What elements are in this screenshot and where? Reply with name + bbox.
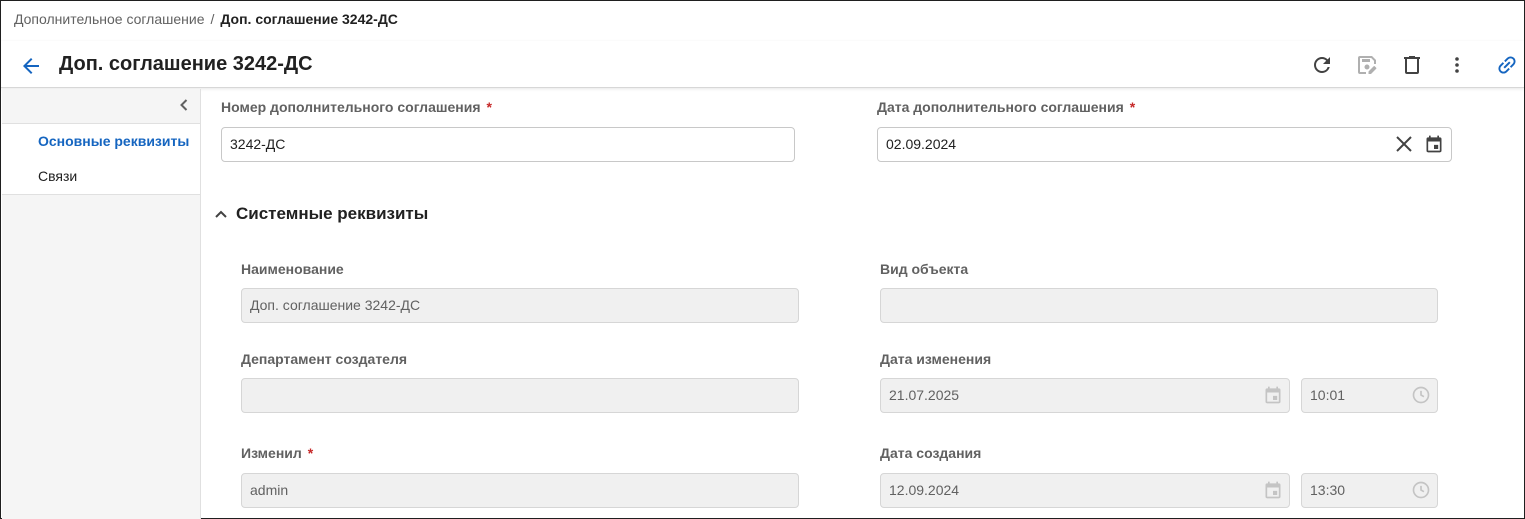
breadcrumb-separator: / (210, 11, 215, 27)
modified-date-label: Дата изменения (880, 351, 992, 367)
chevron-up-icon (215, 210, 227, 218)
more-options-button[interactable] (1445, 53, 1469, 77)
creator-department-field (241, 378, 799, 413)
calendar-icon (1265, 481, 1281, 499)
modified-by-label-text: Изменил (241, 445, 302, 461)
save-edit-icon (1358, 56, 1377, 74)
copy-link-button[interactable] (1495, 53, 1519, 77)
modified-by-label: Изменил * (241, 445, 313, 461)
required-mark: * (307, 445, 314, 461)
refresh-icon (1314, 57, 1330, 73)
sidebar-item-relations[interactable]: Связи (38, 168, 77, 184)
delete-button[interactable] (1400, 53, 1424, 77)
back-button[interactable] (19, 54, 43, 78)
clock-icon (1412, 386, 1430, 404)
agreement-number-label: Номер дополнительного соглашения * (221, 99, 492, 115)
agreement-date-label: Дата дополнительного соглашения * (877, 99, 1135, 115)
agreement-number-label-text: Номер дополнительного соглашения (221, 99, 481, 115)
sidebar-item-main-requisites[interactable]: Основные реквизиты (38, 133, 189, 149)
creator-department-label: Департамент создателя (241, 351, 408, 367)
section-title: Системные реквизиты (236, 204, 429, 223)
sidebar: Основные реквизиты Связи (2, 89, 201, 519)
link-icon (1498, 56, 1516, 74)
modified-date-field: 21.07.2025 (880, 378, 1290, 413)
agreement-date-value: 02.09.2024 (886, 136, 957, 152)
created-date-label: Дата создания (880, 445, 982, 461)
calendar-icon (1265, 386, 1281, 404)
delete-icon (1404, 56, 1420, 74)
page-title: Доп. соглашение 3242-ДС (59, 53, 313, 75)
sidebar-menu: Основные реквизиты Связи (2, 123, 200, 195)
required-mark: * (1129, 99, 1136, 115)
clock-icon (1412, 481, 1430, 499)
breadcrumb: Дополнительное соглашение / Доп. соглашени… (14, 11, 398, 27)
breadcrumb-current: Доп. соглашение 3242-ДС (220, 11, 398, 27)
name-label: Наименование (241, 261, 344, 277)
agreement-date-label-text: Дата дополнительного соглашения (877, 99, 1124, 115)
collapse-sidebar-button[interactable] (176, 97, 192, 113)
modified-by-field: admin (241, 473, 799, 508)
save-edit-button[interactable] (1355, 53, 1379, 77)
required-mark: * (486, 99, 492, 115)
agreement-number-input[interactable]: 3242-ДС (221, 127, 795, 162)
object-type-label: Вид объекта (880, 261, 969, 277)
chevron-left-icon (180, 99, 188, 111)
created-date-field: 12.09.2024 (880, 473, 1290, 508)
arrow-left-icon (23, 58, 39, 74)
window-frame: Дополнительное соглашение / Доп. соглашени… (0, 0, 1525, 519)
object-type-field (880, 288, 1438, 323)
breadcrumb-parent-link[interactable]: Дополнительное соглашение (14, 11, 205, 27)
clear-icon[interactable] (1394, 134, 1414, 154)
more-vert-icon (1455, 57, 1459, 73)
title-bar: Доп. соглашение 3242-ДС (1, 41, 1524, 88)
calendar-icon[interactable] (1424, 134, 1444, 154)
refresh-button[interactable] (1310, 53, 1334, 77)
name-field: Доп. соглашение 3242-ДС (241, 288, 799, 323)
agreement-date-input[interactable]: 02.09.2024 (877, 127, 1452, 162)
